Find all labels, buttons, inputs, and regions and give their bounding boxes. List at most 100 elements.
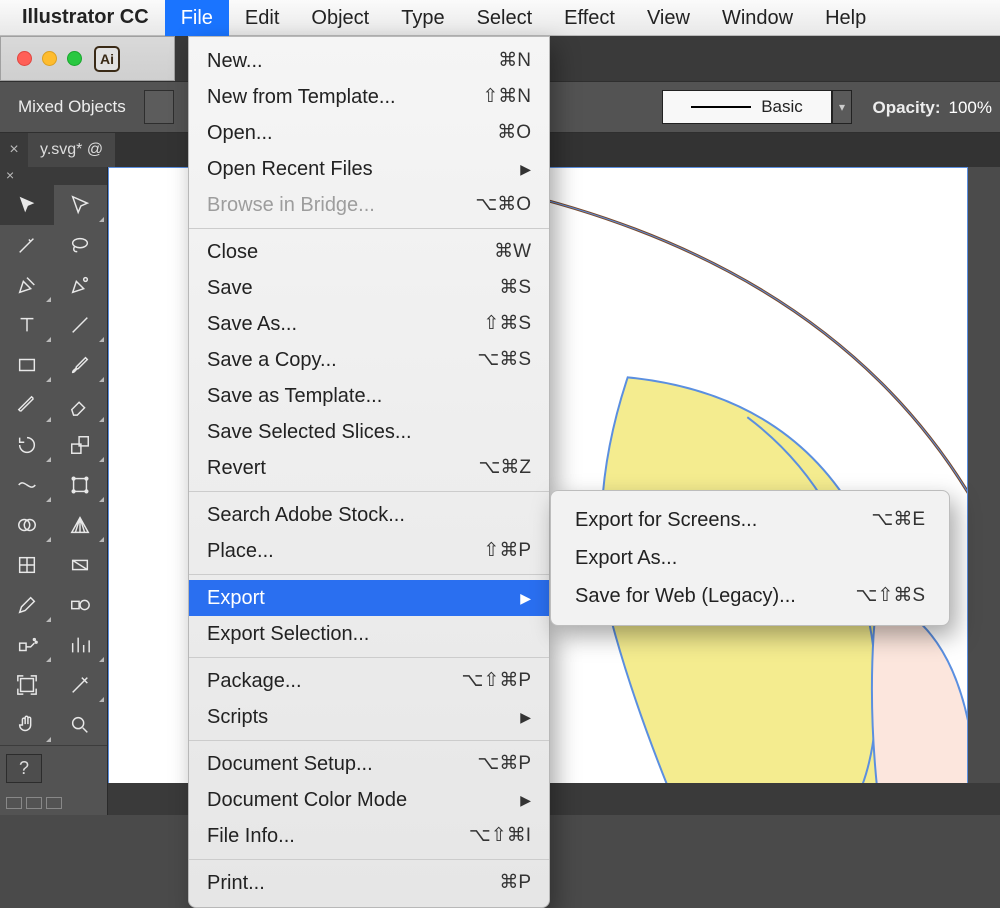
- menu-item[interactable]: Export▶: [189, 580, 549, 616]
- help-button[interactable]: ?: [6, 754, 42, 783]
- close-window-button[interactable]: [17, 51, 32, 66]
- free-transform-tool[interactable]: [54, 465, 108, 505]
- menu-separator: [189, 740, 549, 741]
- menu-item-label: Print...: [207, 869, 265, 897]
- menu-window[interactable]: Window: [706, 0, 809, 36]
- width-tool[interactable]: [0, 465, 54, 505]
- zoom-window-button[interactable]: [67, 51, 82, 66]
- selection-tool[interactable]: [0, 185, 54, 225]
- submenu-arrow-icon: ▶: [520, 703, 531, 731]
- menu-item[interactable]: File Info...⌥⇧⌘I: [189, 818, 549, 854]
- submenu-item-shortcut: ⌥⌘E: [871, 505, 925, 535]
- submenu-item-label: Save for Web (Legacy)...: [575, 581, 796, 611]
- magic-wand-tool[interactable]: [0, 225, 54, 265]
- minimize-window-button[interactable]: [42, 51, 57, 66]
- file-menu-dropdown: New... ⌘N New from Template...⇧⌘NOpen...⌘O…: [188, 36, 550, 908]
- menu-item[interactable]: Scripts▶: [189, 699, 549, 735]
- menu-type[interactable]: Type: [385, 0, 460, 36]
- line-segment-tool[interactable]: [54, 305, 108, 345]
- scale-tool[interactable]: [54, 425, 108, 465]
- lasso-tool[interactable]: [54, 225, 108, 265]
- menu-item-label: Browse in Bridge...: [207, 191, 375, 219]
- submenu-item-shortcut: ⌥⇧⌘S: [856, 581, 926, 611]
- shape-builder-tool[interactable]: [0, 505, 54, 545]
- eraser-tool[interactable]: [54, 385, 108, 425]
- slice-tool[interactable]: [54, 665, 108, 705]
- zoom-tool[interactable]: [54, 705, 108, 745]
- menu-view[interactable]: View: [631, 0, 706, 36]
- stroke-style-chevron[interactable]: ▾: [832, 90, 852, 124]
- menu-separator: [189, 859, 549, 860]
- menu-item-shortcut: ⇧⌘P: [483, 537, 531, 565]
- menu-item[interactable]: Save as Template...: [189, 378, 549, 414]
- submenu-item[interactable]: Save for Web (Legacy)... ⌥⇧⌘S: [551, 577, 949, 615]
- menu-item-shortcut: ⌘P: [499, 869, 531, 897]
- menu-item-label: Place...: [207, 537, 274, 565]
- menu-item[interactable]: Save Selected Slices...: [189, 414, 549, 450]
- stroke-style-label: Basic: [761, 97, 803, 117]
- menu-item-label: Save As...: [207, 310, 297, 338]
- type-tool[interactable]: [0, 305, 54, 345]
- curvature-tool[interactable]: [54, 265, 108, 305]
- menu-item[interactable]: New... ⌘N: [189, 43, 549, 79]
- menu-item[interactable]: Revert⌥⌘Z: [189, 450, 549, 486]
- submenu-item[interactable]: Export As...: [551, 539, 949, 577]
- menu-item[interactable]: Save As...⇧⌘S: [189, 306, 549, 342]
- options-slot-1[interactable]: [144, 90, 174, 124]
- menu-file[interactable]: File: [165, 0, 229, 36]
- rotate-tool[interactable]: [0, 425, 54, 465]
- menu-item[interactable]: Open...⌘O: [189, 115, 549, 151]
- screen-mode-buttons[interactable]: [6, 797, 101, 809]
- menu-item[interactable]: Close ⌘W: [189, 234, 549, 270]
- menu-effect[interactable]: Effect: [548, 0, 631, 36]
- opacity-value[interactable]: 100%: [949, 98, 992, 118]
- menu-item-label: Open Recent Files: [207, 155, 373, 183]
- menu-item[interactable]: Package...⌥⇧⌘P: [189, 663, 549, 699]
- panel-close-icon[interactable]: ×: [0, 133, 28, 167]
- menu-select[interactable]: Select: [461, 0, 549, 36]
- menu-item[interactable]: Document Color Mode▶: [189, 782, 549, 818]
- menu-item-shortcut: ⌘S: [499, 274, 531, 302]
- submenu-item-label: Export As...: [575, 543, 677, 573]
- menu-item[interactable]: Save a Copy...⌥⌘S: [189, 342, 549, 378]
- window-titlebar: Ai: [0, 36, 175, 81]
- hand-tool[interactable]: [0, 705, 54, 745]
- menu-item-shortcut: ⌘N: [498, 47, 531, 75]
- eyedropper-tool[interactable]: [0, 585, 54, 625]
- menu-item-shortcut: ⌘W: [494, 238, 531, 266]
- shaper-tool[interactable]: [0, 385, 54, 425]
- pen-tool[interactable]: [0, 265, 54, 305]
- menu-item-shortcut: ⌥⌘S: [477, 346, 531, 374]
- menu-item[interactable]: New from Template...⇧⌘N: [189, 79, 549, 115]
- menu-item[interactable]: Place... ⇧⌘P: [189, 533, 549, 569]
- menu-item[interactable]: Search Adobe Stock...: [189, 497, 549, 533]
- rectangle-tool[interactable]: [0, 345, 54, 385]
- menu-item[interactable]: Document Setup...⌥⌘P: [189, 746, 549, 782]
- stroke-style-dropdown[interactable]: Basic: [662, 90, 832, 124]
- window-controls: [17, 51, 82, 66]
- menu-object[interactable]: Object: [295, 0, 385, 36]
- gradient-tool[interactable]: [54, 545, 108, 585]
- document-tab[interactable]: y.svg* @: [28, 133, 115, 167]
- column-graph-tool[interactable]: [54, 625, 108, 665]
- menu-item[interactable]: Open Recent Files▶: [189, 151, 549, 187]
- blend-tool[interactable]: [54, 585, 108, 625]
- artboard-tool[interactable]: [0, 665, 54, 705]
- submenu-item[interactable]: Export for Screens...⌥⌘E: [551, 501, 949, 539]
- menu-item[interactable]: Save ⌘S: [189, 270, 549, 306]
- document-tab-label: y.svg* @: [40, 141, 103, 159]
- menu-help[interactable]: Help: [809, 0, 882, 36]
- paintbrush-tool[interactable]: [54, 345, 108, 385]
- menu-item-label: New...: [207, 47, 263, 75]
- menu-item[interactable]: Export Selection...: [189, 616, 549, 652]
- tools-panel-close[interactable]: ×: [0, 167, 107, 185]
- direct-selection-tool[interactable]: [54, 185, 108, 225]
- menu-item-label: Save: [207, 274, 253, 302]
- menu-item[interactable]: Print... ⌘P: [189, 865, 549, 901]
- perspective-grid-tool[interactable]: [54, 505, 108, 545]
- symbol-sprayer-tool[interactable]: [0, 625, 54, 665]
- mesh-tool[interactable]: [0, 545, 54, 585]
- menu-edit[interactable]: Edit: [229, 0, 295, 36]
- menu-item-label: Close: [207, 238, 258, 266]
- menu-separator: [189, 574, 549, 575]
